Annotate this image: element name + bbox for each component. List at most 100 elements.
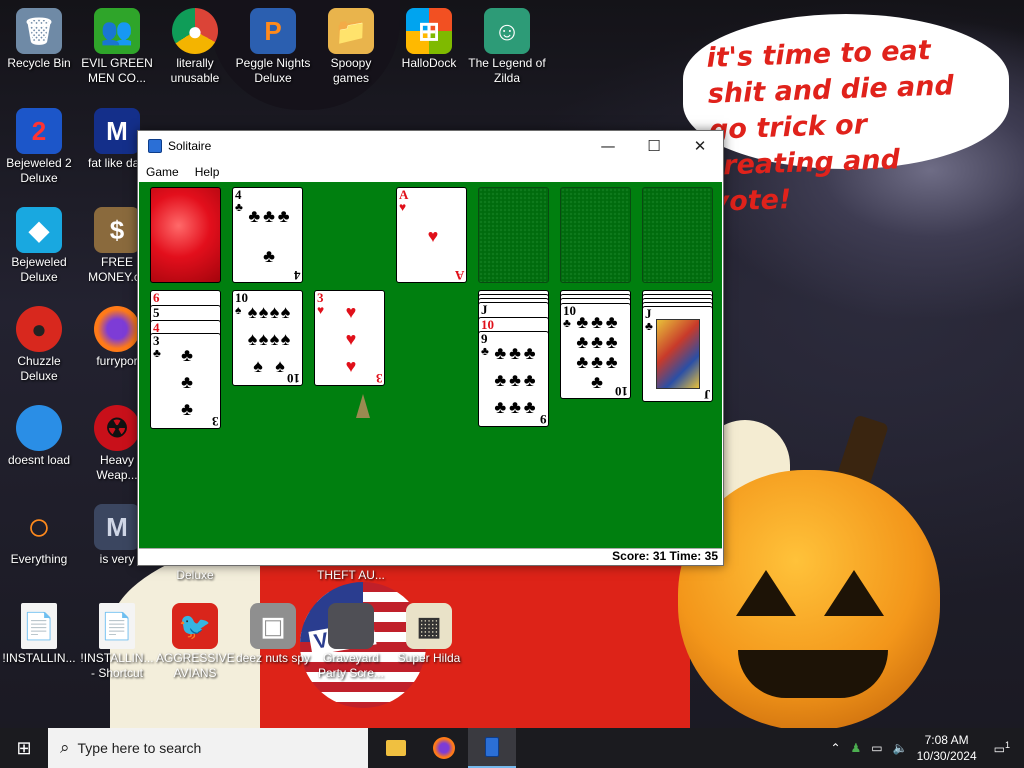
foundation-4[interactable] <box>642 187 713 283</box>
desktop-icon-label: Deluxe <box>176 568 214 582</box>
desktop-icon-deez-nuts-spy[interactable]: ▣ deez nuts spy <box>234 603 312 666</box>
minimize-button[interactable]: — <box>585 131 631 161</box>
desktop-icon-everything[interactable]: ○ Everything <box>0 504 78 567</box>
pip: ♣ <box>523 369 536 390</box>
game-board[interactable]: 4 ♣ ♣ ♣ ♣ ♣ 4 A ♥ ♥ A 6 5 4 3 ♣ ♣ ♣ ♣ 3 10 ♠ ♠ ♠ ♠ ♠… <box>139 182 722 549</box>
mp-logo-icon: M <box>94 108 140 154</box>
pip: ♠ <box>280 328 291 349</box>
card-rank-text: 10 <box>615 384 628 399</box>
desktop-icon-peggle-nights[interactable]: P Peggle Nights Deluxe <box>234 8 312 86</box>
firefox-taskbar-icon[interactable] <box>420 728 468 768</box>
foundation-3[interactable] <box>560 187 631 283</box>
network-icon[interactable]: ▭ <box>871 741 882 755</box>
bell-cursor-icon <box>356 394 370 418</box>
tableau-7-top-card[interactable]: J ♣ J <box>642 306 713 402</box>
card-pips: ♣ ♣ ♣ ♣ ♣ ♣ ♣ ♣ ♣ ♣ <box>575 312 619 392</box>
file-explorer-taskbar-icon[interactable] <box>372 728 420 768</box>
tableau-5-top-card[interactable]: 9 ♣ ♣ ♣ ♣ ♣ ♣ ♣ ♣ ♣ ♣ 9 <box>478 331 549 427</box>
desktop-icon-installing[interactable]: 📄 !INSTALLIN... <box>0 603 78 666</box>
solitaire-window[interactable]: Solitaire — ☐ ✕ Game Help 4 ♣ ♣ ♣ ♣ ♣ 4 A ♥ ♥… <box>137 130 724 566</box>
foundation-1[interactable]: A ♥ ♥ A <box>396 187 467 283</box>
search-placeholder: Type here to search <box>77 740 202 756</box>
desktop-icon-recycle-bin[interactable]: 🗑 Recycle Bin <box>0 8 78 71</box>
stock-pile[interactable] <box>150 187 221 283</box>
desktop-icon-evil-green-men[interactable]: 👥 EVIL GREEN MEN CO... <box>78 8 156 86</box>
chevron-up-icon[interactable]: ⌃ <box>830 741 840 755</box>
desktop-icon-label: EVIL GREEN MEN CO... <box>81 56 153 85</box>
desktop-icon-chuzzle-deluxe[interactable]: ● Chuzzle Deluxe <box>0 306 78 384</box>
notification-count: 1 <box>1004 740 1010 750</box>
desktop-icon-bejeweled-deluxe[interactable]: ◆ Bejeweled Deluxe <box>0 207 78 285</box>
pip: ♣ <box>181 371 193 392</box>
card-rank-bottom: 9 <box>539 412 547 427</box>
text-file-icon: 📄 <box>21 603 57 649</box>
pip: ♣ <box>181 398 193 419</box>
card-rank: J ♣ <box>645 307 653 333</box>
desktop-icon-installing-shortcut[interactable]: 📄 !INSTALLIN... - Shortcut <box>78 603 156 681</box>
card-pips: ♣ ♣ ♣ ♣ ♣ ♣ ♣ ♣ ♣ <box>493 340 537 420</box>
money-bag-icon: $ <box>94 207 140 253</box>
desktop-icon-theft-auto[interactable]: THEFT AU... <box>312 568 390 583</box>
card-suit: ♣ <box>645 319 653 333</box>
title-bar[interactable]: Solitaire — ☐ ✕ <box>138 131 723 161</box>
foundation-2[interactable] <box>478 187 549 283</box>
card-rank-text: 9 <box>539 412 547 427</box>
status-bar: Score: 31 Time: 35 <box>139 548 722 564</box>
pip: ♠ <box>247 328 258 349</box>
card-rank: 10 <box>481 317 494 332</box>
desktop-icon-label: Graveyard Party Scre... <box>317 651 385 680</box>
menu-game[interactable]: Game <box>138 165 187 179</box>
card-suit: ♣ <box>153 346 161 360</box>
card-pips: ♥ ♥ ♥ <box>329 299 373 379</box>
card-rank-text: A <box>454 268 464 283</box>
tableau-2-top-card[interactable]: 10 ♠ ♠ ♠ ♠ ♠ ♠ ♠ ♠ ♠ ♠ ♠ 10 <box>232 290 303 386</box>
tableau-1-top-card[interactable]: 3 ♣ ♣ ♣ ♣ 3 <box>150 333 221 429</box>
speech-bubble: it's time to eat shit and die and go tri… <box>683 14 1009 218</box>
search-box[interactable]: ⌕ Type here to search <box>48 728 368 768</box>
desktop-icon-label: HalloDock <box>401 56 457 70</box>
desktop-icon-aggressive-avians[interactable]: 🐦 AGGRESSIVE AVIANS <box>156 603 235 681</box>
card-rank-text: 10 <box>287 371 300 386</box>
notification-icon[interactable]: ▭1 <box>994 740 1010 756</box>
pip: ♠ <box>253 355 263 376</box>
pip: ♣ <box>509 396 521 417</box>
tableau-6-top-card[interactable]: 10 ♣ ♣ ♣ ♣ ♣ ♣ ♣ ♣ ♣ ♣ ♣ 10 <box>560 303 631 399</box>
menu-bar: Game Help <box>138 161 723 182</box>
desktop-icon-bejeweled-2[interactable]: 2 Bejeweled 2 Deluxe <box>0 108 78 186</box>
solitaire-taskbar-icon[interactable] <box>468 728 516 768</box>
start-button[interactable]: ⊞ <box>0 728 48 768</box>
desktop-icon-label: Peggle Nights Deluxe <box>235 56 311 85</box>
desktop-icon-label: AGGRESSIVE AVIANS <box>156 651 235 680</box>
pip: ♠ <box>275 355 285 376</box>
pip: ♣ <box>605 332 618 352</box>
desktop-icon-spoopy-games[interactable]: 📁 Spoopy games <box>312 8 390 86</box>
user-icon[interactable]: ♟ <box>851 741 862 755</box>
pip: ♥ <box>427 226 439 246</box>
pip: ♥ <box>345 302 357 323</box>
clock[interactable]: 7:08 AM 10/30/2024 <box>917 732 977 764</box>
pip: ♣ <box>494 369 507 390</box>
zombie-icon <box>328 603 374 649</box>
close-button[interactable]: ✕ <box>677 131 723 161</box>
menu-help[interactable]: Help <box>187 165 228 179</box>
desktop-icon-label: THEFT AU... <box>317 568 385 582</box>
card-pips: ♣ ♣ ♣ <box>165 342 209 422</box>
pip: ♣ <box>605 312 618 332</box>
waste-card[interactable]: 4 ♣ ♣ ♣ ♣ ♣ 4 <box>232 187 303 283</box>
desktop-icon-deluxe-partial[interactable]: Deluxe <box>156 568 234 583</box>
desktop-icon-legend-of-zilda[interactable]: ☺ The Legend of Zilda <box>468 8 546 86</box>
desktop-icon-literally-unusable[interactable]: ● literally unusable <box>156 8 234 86</box>
card-suit: ♥ <box>317 303 325 317</box>
desktop-icon-doesnt-load[interactable]: ● doesnt load <box>0 405 78 468</box>
tableau-3-top-card[interactable]: 3 ♥ ♥ ♥ ♥ 3 <box>314 290 385 386</box>
maximize-button[interactable]: ☐ <box>631 131 677 161</box>
volume-icon[interactable]: 🔈 <box>893 741 908 755</box>
pip: ♣ <box>576 332 589 352</box>
desktop-icon-hallodock[interactable]: ⊞ HalloDock <box>390 8 468 71</box>
peggle-icon: P <box>250 8 296 54</box>
card-rank-text: 3 <box>375 371 383 386</box>
desktop-icon-label: Super Hilda <box>397 651 461 665</box>
desktop-icon-graveyard-party[interactable]: Graveyard Party Scre... <box>312 603 390 681</box>
desktop-icon-super-hilda[interactable]: ▦ Super Hilda <box>390 603 468 666</box>
desktop-icon-label: Bejeweled Deluxe <box>11 255 67 284</box>
